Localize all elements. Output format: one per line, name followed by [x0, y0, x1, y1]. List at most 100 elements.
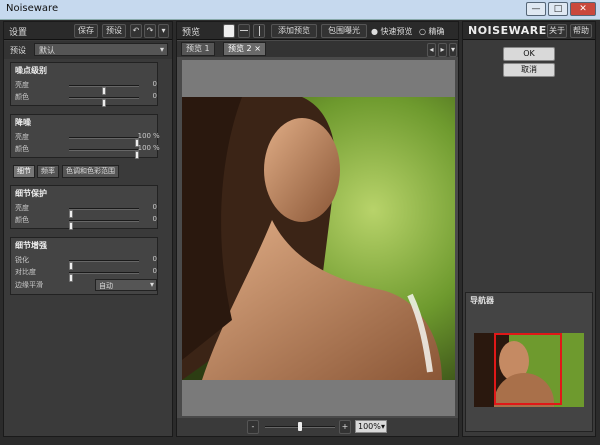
right-header: NOISEWARE 5 关于 帮助 [463, 22, 595, 40]
preview-canvas[interactable] [182, 60, 455, 416]
maximize-button[interactable]: □ [548, 2, 568, 16]
zoom-slider-handle[interactable] [298, 422, 302, 431]
protect-color-label: 颜色 [15, 216, 29, 224]
denoise-luma-row: 亮度 100 % [15, 131, 160, 147]
redo-icon[interactable]: ↷ [144, 24, 156, 38]
tab-preview-1[interactable]: 预览 1 [181, 42, 215, 56]
denoise-luma-value: 100 [137, 132, 151, 140]
save-button[interactable]: 保存 [74, 24, 98, 38]
zoom-out-button[interactable]: - [247, 420, 259, 434]
slider-handle[interactable] [135, 151, 139, 159]
noise-luma-value: 0 [152, 80, 157, 88]
tab-preview-2-label: 预览 2 [228, 44, 252, 53]
close-icon[interactable]: × [254, 44, 261, 53]
preview-photo [182, 97, 455, 380]
detail-enhance-title: 细节增强 [15, 241, 47, 250]
navigator-title: 导航器 [470, 296, 494, 305]
preview-header: 预览 添加预览 包围曝光 ● 快速预览 ○ 精确 [177, 22, 458, 40]
noise-color-row: 颜色 0 [15, 91, 157, 107]
noise-color-slider[interactable] [69, 97, 139, 107]
tab-preview-2[interactable]: 预览 2 × [223, 42, 266, 56]
noise-level-title: 噪点级别 [15, 66, 47, 75]
settings-header: 设置 保存 预设 ↶ ↷ ▾ [4, 22, 172, 40]
edge-smooth-value: 自动 [99, 282, 113, 290]
zoom-slider[interactable] [265, 422, 335, 431]
undo-icon[interactable]: ↶ [130, 24, 142, 38]
chevron-down-icon: ▾ [149, 280, 154, 289]
settings-panel: 设置 保存 预设 ↶ ↷ ▾ 预设 默认 ▾ 噪点级别 亮度 0 颜色 0 降噪… [3, 21, 173, 437]
preset-value: 默认 [39, 46, 55, 55]
zoom-select[interactable]: 100% ▾ [355, 420, 387, 433]
preview-tabbar: 预览 1 预览 2 × ◂ ▸ ▾ [177, 41, 458, 57]
preset-row-label: 预设 [10, 46, 26, 55]
title-bar: Noiseware — □ ✕ [0, 0, 600, 20]
tab-menu-icon[interactable]: ▾ [449, 43, 457, 57]
noise-luma-row: 亮度 0 [15, 79, 157, 95]
tab-detail[interactable]: 细节 [13, 165, 35, 178]
fast-preview-radio[interactable]: ● 快速预览 [371, 26, 413, 37]
ok-button[interactable]: OK [503, 47, 555, 61]
chevron-down-icon: ▾ [159, 45, 164, 54]
accurate-label: 精确 [428, 27, 445, 36]
noise-color-label: 颜色 [15, 93, 29, 101]
noiseware-logo: NOISEWARE 5 [468, 24, 560, 37]
noise-level-group: 噪点级别 亮度 0 颜色 0 [10, 62, 158, 107]
contrast-value: 0 [152, 267, 157, 275]
minimize-button[interactable]: — [526, 2, 546, 16]
detail-protection-group: 细节保护 亮度 0 颜色 0 [10, 185, 158, 230]
protect-luma-label: 亮度 [15, 204, 29, 212]
denoise-luma-slider[interactable] [69, 137, 139, 147]
split-horizontal-icon[interactable] [238, 24, 250, 38]
clip-exposure-button[interactable]: 包围曝光 [321, 24, 367, 38]
denoise-luma-label: 亮度 [15, 133, 29, 141]
window-title: Noiseware [6, 3, 59, 14]
preset-button[interactable]: 预设 [102, 24, 126, 38]
about-button[interactable]: 关于 [547, 24, 567, 38]
help-button[interactable]: 帮助 [570, 24, 592, 38]
contrast-slider[interactable] [69, 272, 139, 282]
protect-color-value: 0 [152, 215, 157, 223]
protect-luma-row: 亮度 0 [15, 202, 157, 218]
add-preview-button[interactable]: 添加预览 [271, 24, 317, 38]
split-vertical-icon[interactable] [253, 24, 265, 38]
sharpen-label: 锐化 [15, 256, 29, 264]
edge-smooth-select[interactable]: 自动 ▾ [95, 279, 157, 291]
denoise-group: 降噪 亮度 100 % 颜色 100 % [10, 114, 160, 159]
noise-luma-label: 亮度 [15, 81, 29, 89]
tab-tone-color[interactable]: 色调和色彩范围 [62, 165, 119, 178]
chevron-left-icon[interactable]: ◂ [427, 43, 436, 57]
zoom-in-button[interactable]: + [339, 420, 351, 434]
denoise-color-row: 颜色 100 % [15, 143, 160, 159]
single-view-icon[interactable] [223, 24, 235, 38]
navigator-thumbnail[interactable] [474, 333, 584, 407]
sharpen-slider[interactable] [69, 260, 139, 270]
navigator-view-rect[interactable] [494, 333, 562, 405]
zoom-value: 100% [358, 422, 381, 431]
tab-frequency[interactable]: 频率 [37, 165, 59, 178]
preset-row: 预设 默认 ▾ [4, 41, 172, 59]
denoise-color-slider[interactable] [69, 149, 139, 159]
protect-luma-value: 0 [152, 203, 157, 211]
slider-handle[interactable] [102, 99, 106, 107]
noise-luma-slider[interactable] [69, 85, 139, 95]
protect-color-row: 颜色 0 [15, 214, 157, 230]
sharpen-row: 锐化 0 [15, 254, 157, 270]
close-button[interactable]: ✕ [570, 2, 596, 16]
chevron-right-icon[interactable]: ▸ [438, 43, 447, 57]
preview-title: 预览 [182, 28, 201, 38]
protect-color-slider[interactable] [69, 220, 139, 230]
protect-luma-slider[interactable] [69, 208, 139, 218]
menu-chevron-icon[interactable]: ▾ [158, 24, 169, 38]
denoise-color-unit: % [153, 144, 160, 152]
edge-smooth-row: 边缘平滑 自动 ▾ [15, 279, 157, 291]
denoise-color-value: 100 [137, 144, 151, 152]
slider-handle[interactable] [69, 222, 73, 230]
preset-select[interactable]: 默认 ▾ [34, 43, 168, 56]
chevron-down-icon: ▾ [380, 422, 385, 431]
denoise-luma-unit: % [153, 132, 160, 140]
contrast-row: 对比度 0 [15, 266, 157, 282]
accurate-radio[interactable]: ○ 精确 [419, 26, 445, 37]
noise-color-value: 0 [152, 92, 157, 100]
zoom-bar: - + 100% ▾ [177, 418, 458, 436]
cancel-button[interactable]: 取消 [503, 63, 555, 77]
